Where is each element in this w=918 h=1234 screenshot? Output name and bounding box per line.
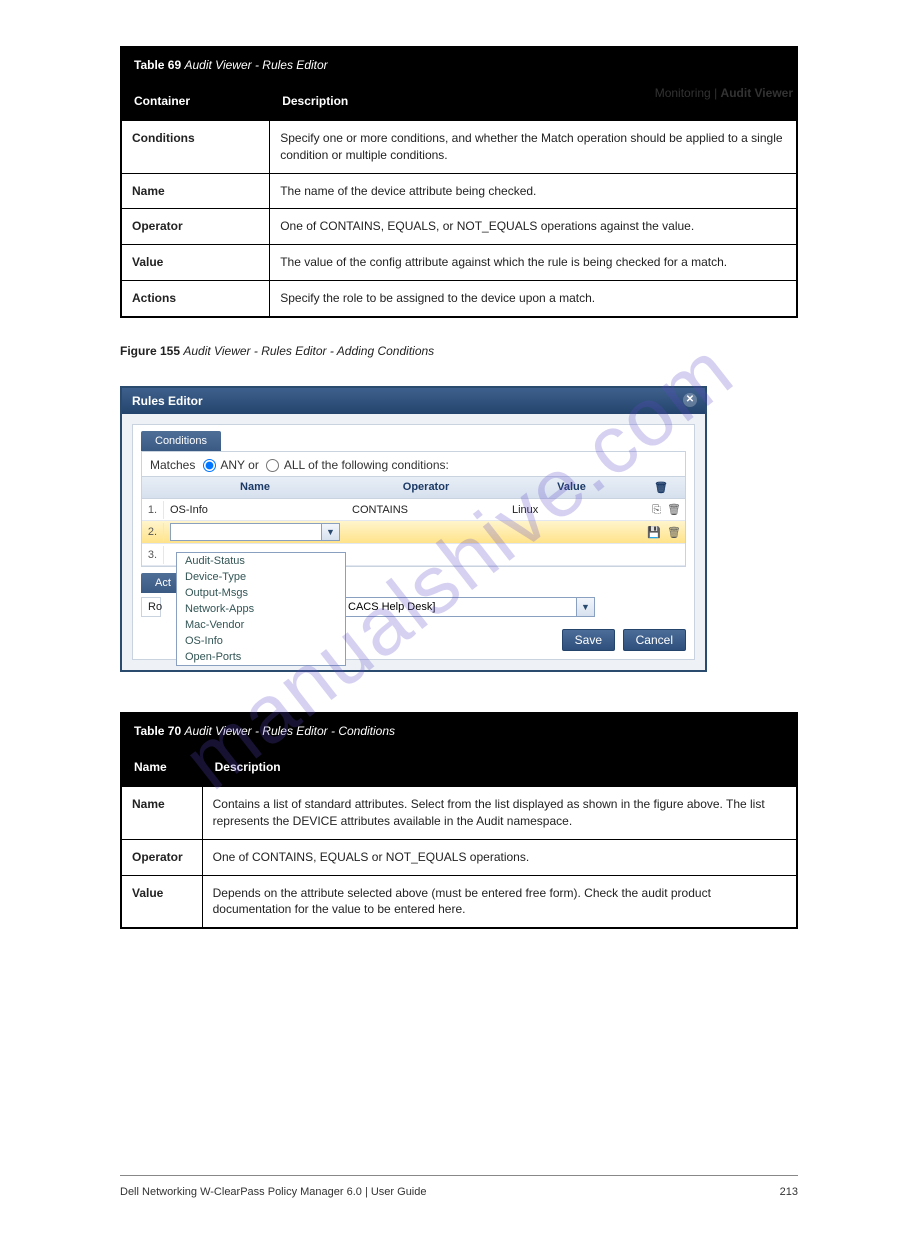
- row-operator: CONTAINS: [346, 502, 506, 518]
- match-any-label: ANY or: [220, 458, 258, 472]
- row-num: 2.: [142, 523, 164, 541]
- conditions-tab[interactable]: Conditions: [141, 431, 221, 451]
- table-row: Value Depends on the attribute selected …: [121, 875, 797, 928]
- row-num: 3.: [142, 546, 164, 564]
- dropdown-option[interactable]: Open-Ports: [177, 649, 345, 665]
- match-all-radio[interactable]: [266, 459, 279, 472]
- conditions-header: Name Operator Value 🗑: [142, 476, 685, 499]
- cell-name: Actions: [121, 280, 270, 316]
- role-combo[interactable]: ▼: [341, 597, 595, 617]
- row-num: 1.: [142, 501, 164, 519]
- table-70: Table 70 Audit Viewer - Rules Editor - C…: [120, 712, 798, 929]
- row-name: OS-Info: [164, 502, 346, 518]
- dropdown-option[interactable]: Output-Msgs: [177, 585, 345, 601]
- trash-icon[interactable]: 🗑: [667, 527, 681, 539]
- row-value: Linux: [506, 502, 637, 518]
- dropdown-option[interactable]: Device-Type: [177, 569, 345, 585]
- condition-row: 1. OS-Info CONTAINS Linux ⎘ 🗑: [142, 499, 685, 521]
- table-row: Operator One of CONTAINS, EQUALS or NOT_…: [121, 839, 797, 875]
- table-69-caption-strong: Table 69: [134, 58, 181, 72]
- table-row: Actions Specify the role to be assigned …: [121, 280, 797, 316]
- close-icon[interactable]: ✕: [683, 393, 697, 407]
- cell-name: Operator: [121, 209, 270, 245]
- matches-prefix: Matches: [150, 458, 195, 472]
- footer-rule: [120, 1175, 798, 1176]
- rules-editor-title: Rules Editor: [132, 394, 203, 408]
- figure-caption-strong: Figure 155: [120, 344, 180, 358]
- table-70-col-name: Name: [121, 750, 202, 787]
- name-dropdown-list[interactable]: Audit-Status Device-Type Output-Msgs Net…: [176, 552, 346, 666]
- header-section: Monitoring | Audit Viewer: [655, 86, 793, 100]
- condition-row-editing: 2. ▼ 💾 🗑: [142, 521, 685, 544]
- col-value: Value: [506, 477, 637, 498]
- cell-desc: One of CONTAINS, EQUALS or NOT_EQUALS op…: [202, 839, 797, 875]
- trash-icon[interactable]: 🗑: [654, 482, 668, 494]
- table-69-caption: Table 69 Audit Viewer - Rules Editor: [121, 47, 797, 84]
- match-all-label: ALL of the following conditions:: [284, 458, 449, 472]
- cell-desc: Contains a list of standard attributes. …: [202, 787, 797, 840]
- table-69-col-container: Container: [121, 84, 270, 121]
- matches-line: Matches ANY or ALL of the following cond…: [142, 452, 685, 476]
- conditions-panel: Matches ANY or ALL of the following cond…: [141, 451, 686, 567]
- save-row-icon[interactable]: 💾: [647, 527, 661, 539]
- figure-155-caption: Figure 155 Audit Viewer - Rules Editor -…: [120, 344, 798, 358]
- cell-desc: One of CONTAINS, EQUALS, or NOT_EQUALS o…: [270, 209, 797, 245]
- cell-name: Operator: [121, 839, 202, 875]
- copy-icon[interactable]: ⎘: [652, 504, 661, 516]
- rules-editor-window: Rules Editor ✕ Conditions Matches ANY or…: [120, 386, 707, 672]
- table-row: Operator One of CONTAINS, EQUALS, or NOT…: [121, 209, 797, 245]
- match-any-radio[interactable]: [203, 459, 216, 472]
- table-row: Name Contains a list of standard attribu…: [121, 787, 797, 840]
- chevron-down-icon[interactable]: ▼: [321, 524, 339, 540]
- trash-icon[interactable]: 🗑: [667, 504, 681, 516]
- save-button[interactable]: Save: [562, 629, 615, 651]
- cell-name: Name: [121, 787, 202, 840]
- chevron-down-icon[interactable]: ▼: [576, 598, 594, 616]
- role-combo-input[interactable]: [342, 598, 576, 616]
- dropdown-option[interactable]: Audit-Status: [177, 553, 345, 569]
- table-row: Conditions Specify one or more condition…: [121, 121, 797, 174]
- cancel-button[interactable]: Cancel: [623, 629, 686, 651]
- col-name: Name: [164, 477, 346, 498]
- cell-desc: Specify one or more conditions, and whet…: [270, 121, 797, 174]
- col-operator: Operator: [346, 477, 506, 498]
- table-row: Value The value of the config attribute …: [121, 245, 797, 281]
- cell-name: Conditions: [121, 121, 270, 174]
- dropdown-option[interactable]: Network-Apps: [177, 601, 345, 617]
- cell-desc: The name of the device attribute being c…: [270, 173, 797, 209]
- table-70-caption-strong: Table 70: [134, 724, 181, 738]
- dropdown-option[interactable]: Mac-Vendor: [177, 617, 345, 633]
- table-row: Name The name of the device attribute be…: [121, 173, 797, 209]
- rules-editor-titlebar: Rules Editor ✕: [122, 388, 705, 414]
- dropdown-option[interactable]: OS-Info: [177, 633, 345, 649]
- role-label: Ro: [141, 597, 161, 617]
- rules-editor-body: Conditions Matches ANY or ALL of the fol…: [132, 424, 695, 660]
- cell-desc: Specify the role to be assigned to the d…: [270, 280, 797, 316]
- header-page-title: Audit Viewer: [721, 86, 793, 100]
- cell-name: Value: [121, 875, 202, 928]
- name-combo-input[interactable]: [171, 524, 321, 540]
- figure-caption-rest: Audit Viewer - Rules Editor - Adding Con…: [183, 344, 434, 358]
- name-combo[interactable]: ▼: [170, 523, 340, 541]
- cell-desc: The value of the config attribute agains…: [270, 245, 797, 281]
- header-section-text: Monitoring: [655, 86, 711, 100]
- table-69-caption-rest: Audit Viewer - Rules Editor: [184, 58, 327, 72]
- table-70-caption: Table 70 Audit Viewer - Rules Editor - C…: [121, 713, 797, 750]
- cell-desc: Depends on the attribute selected above …: [202, 875, 797, 928]
- cell-name: Value: [121, 245, 270, 281]
- table-70-col-description: Description: [202, 750, 797, 787]
- table-70-caption-rest: Audit Viewer - Rules Editor - Conditions: [184, 724, 395, 738]
- cell-name: Name: [121, 173, 270, 209]
- row-name-editor: ▼: [164, 521, 346, 543]
